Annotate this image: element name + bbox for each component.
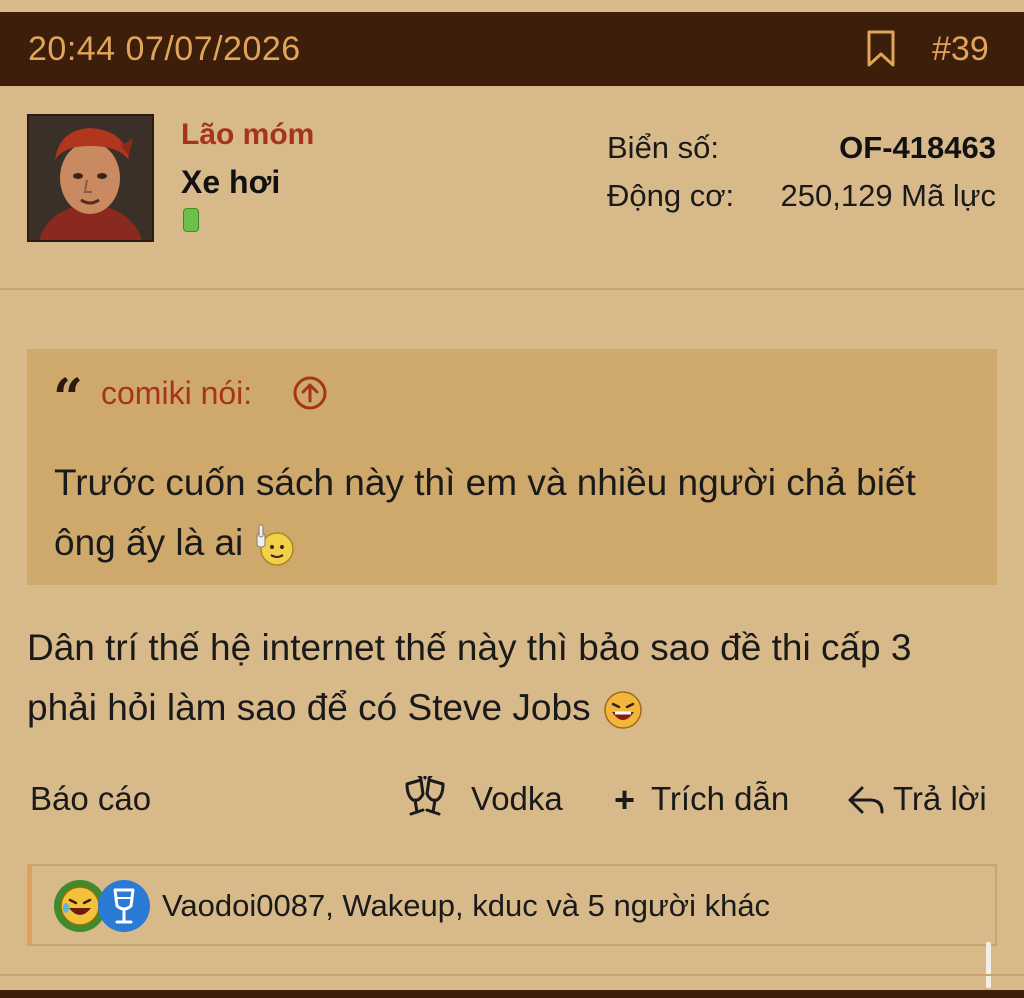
quote-block: “ comiki nói: Trước cuốn sách này thì em… <box>27 349 997 585</box>
engine-value: 250,129 Mã lực <box>780 178 997 213</box>
laughing-face-icon <box>603 691 642 729</box>
report-link[interactable]: Báo cáo <box>30 780 151 818</box>
post-actions: Báo cáo Vodka + Trích dẫn Trả lời <box>0 770 1024 830</box>
next-post-header-edge <box>0 990 1024 998</box>
bookmark-icon[interactable] <box>866 30 896 68</box>
reactions-bar[interactable]: Vaodoi0087, Wakeup, kduc và 5 người khác <box>27 864 997 946</box>
quote-text-content: Trước cuốn sách này thì em và nhiều ngườ… <box>54 462 916 563</box>
license-plate-value: OF-418463 <box>839 130 996 165</box>
license-plate-label: Biển số: <box>607 130 720 165</box>
divider <box>0 974 1024 976</box>
avatar[interactable] <box>27 114 154 242</box>
username[interactable]: Lão móm <box>181 118 314 152</box>
quote-button[interactable]: Trích dẫn <box>651 780 789 818</box>
user-title: Xe hơi <box>181 164 281 200</box>
jump-to-quote-icon[interactable] <box>292 375 328 411</box>
avatar-image <box>29 116 152 240</box>
reply-button[interactable]: Trả lời <box>893 780 987 818</box>
pointing-smiley-icon <box>256 524 294 566</box>
cheers-glasses-icon[interactable] <box>401 776 449 822</box>
quote-author[interactable]: comiki nói: <box>101 375 252 412</box>
reactions-summary[interactable]: Vaodoi0087, Wakeup, kduc và 5 người khác <box>162 888 770 924</box>
reply-icon[interactable] <box>846 780 886 820</box>
engine-label: Động cơ: <box>607 178 735 213</box>
post-header: 20:44 07/07/2026 #39 <box>0 12 1024 86</box>
post-body: Dân trí thế hệ internet thế này thì bảo … <box>27 618 987 738</box>
quote-text: Trước cuốn sách này thì em và nhiều ngườ… <box>54 453 974 573</box>
user-block: Lão móm Xe hơi Biển số: OF-418463 Động c… <box>0 86 1024 290</box>
vodka-button[interactable]: Vodka <box>471 780 563 818</box>
plus-icon[interactable]: + <box>614 780 635 820</box>
top-strip <box>0 0 1024 12</box>
scrollbar-thumb[interactable] <box>986 942 991 988</box>
post-timestamp[interactable]: 20:44 07/07/2026 <box>28 30 301 69</box>
quote-mark-icon: “ <box>53 373 83 419</box>
wine-glass-reaction-icon <box>98 880 150 932</box>
online-status-indicator <box>183 208 199 232</box>
post-body-text: Dân trí thế hệ internet thế này thì bảo … <box>27 627 912 728</box>
post-number[interactable]: #39 <box>932 30 989 69</box>
